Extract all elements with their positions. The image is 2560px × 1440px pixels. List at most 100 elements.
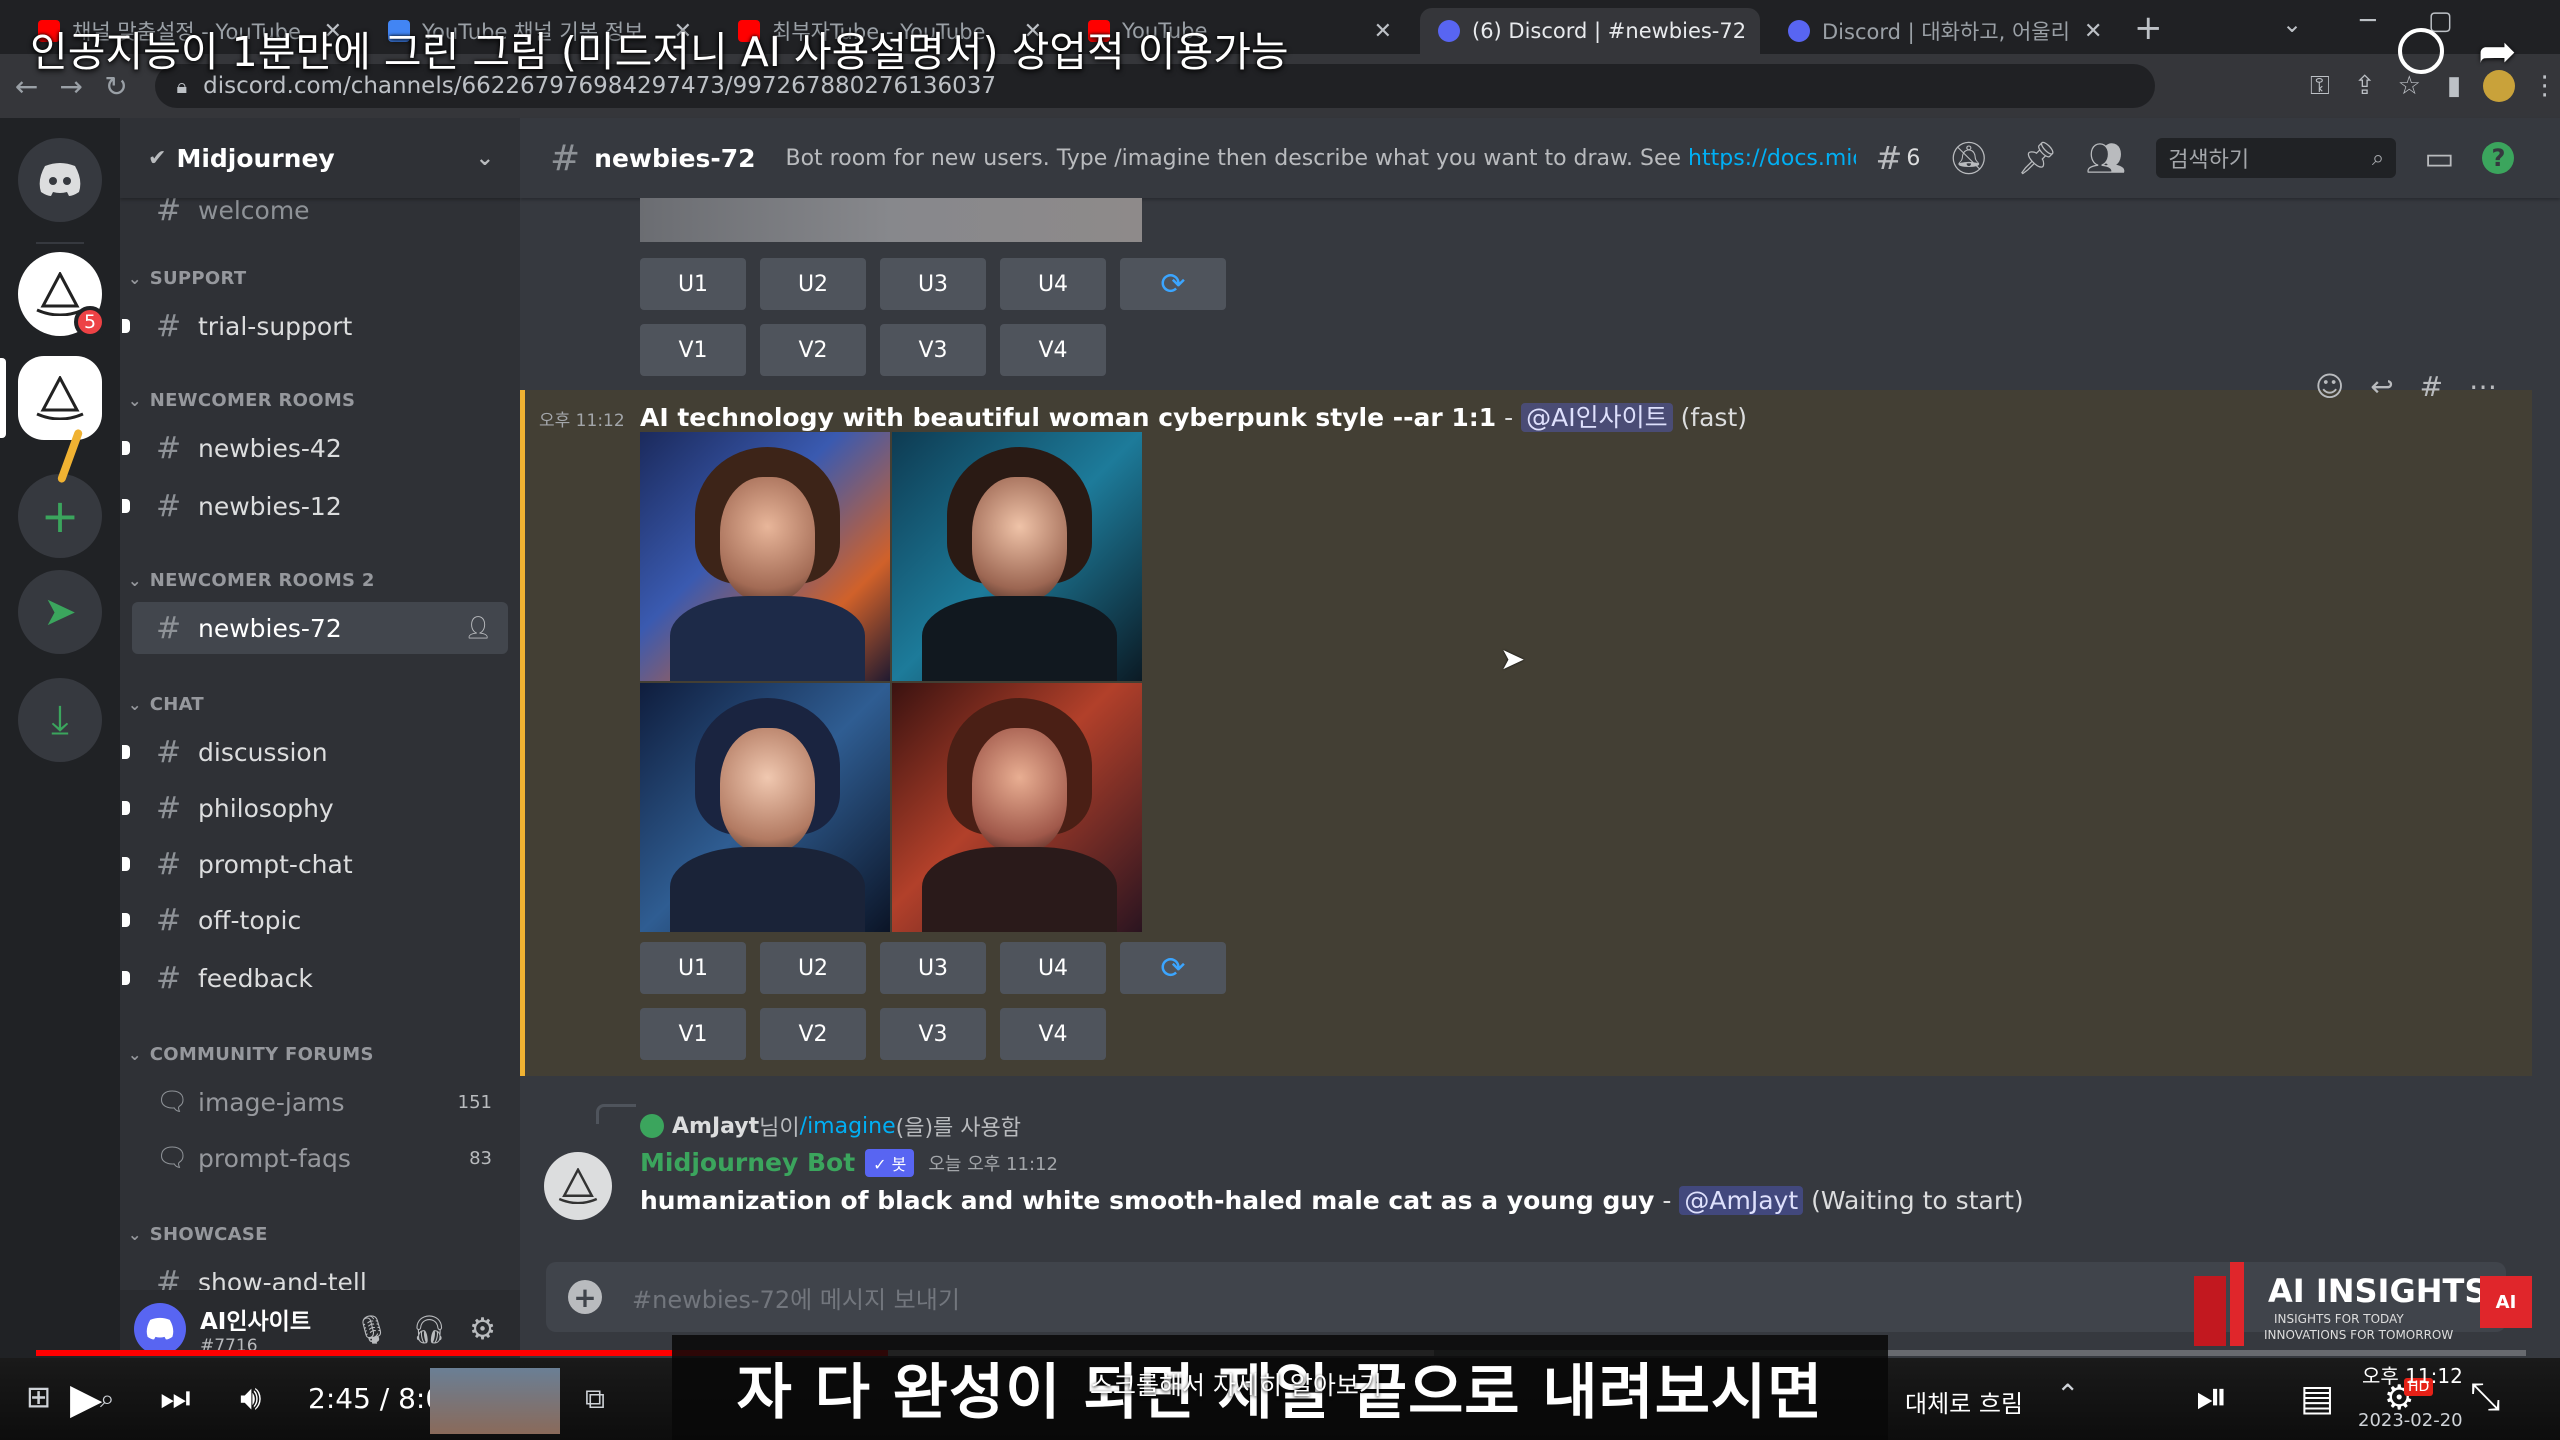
reply-reference[interactable]: AmJayt 님이 /imagine (을)를 사용함	[640, 1110, 1021, 1142]
discord-home-icon[interactable]	[18, 138, 102, 222]
autoplay-toggle-icon[interactable]: ⏯︎	[2196, 1374, 2228, 1420]
close-icon[interactable]: ✕	[2070, 19, 2102, 44]
variation-2-button[interactable]: V2	[760, 1008, 866, 1060]
channel-feedback[interactable]: # feedback	[122, 952, 508, 1004]
video-title[interactable]: 인공지능이 1분만에 그린 그림 (미드저니 AI 사용설명서) 상업적 이용가…	[30, 18, 1289, 78]
channel-prompt-chat[interactable]: # prompt-chat	[122, 838, 508, 890]
category-community-forums[interactable]: ⌄ COMMUNITY FORUMS	[128, 1044, 374, 1065]
channel-newbies-12[interactable]: # newbies-12	[122, 480, 508, 532]
tab-search-icon[interactable]: ⌄	[2282, 10, 2302, 38]
category-showcase[interactable]: ⌄ SHOWCASE	[128, 1224, 268, 1245]
channel-watermark[interactable]: AI INSIGHTS INSIGHTS FOR TODAY INNOVATIO…	[2190, 1262, 2536, 1352]
fullscreen-exit-icon[interactable]: ⤡	[2470, 1374, 2500, 1419]
headphones-icon[interactable]: 🎧︎	[412, 1313, 448, 1346]
download-icon[interactable]: ⤓	[18, 678, 102, 762]
minimize-icon[interactable]: ─	[2360, 6, 2376, 36]
attach-plus-icon[interactable]: +	[568, 1280, 602, 1314]
task-view-icon[interactable]: ⧉	[585, 1382, 605, 1416]
variation-1-button[interactable]: V1	[640, 324, 746, 376]
channel-newbies-42[interactable]: # newbies-42	[122, 422, 508, 474]
generated-image-2[interactable]	[892, 432, 1142, 681]
channel-off-topic[interactable]: # off-topic	[122, 894, 508, 946]
channel-newbies-72[interactable]: # newbies-72 👤︎	[132, 602, 508, 654]
tray-chevron-icon[interactable]: ⌃	[2056, 1378, 2079, 1411]
chevron-down-icon[interactable]: ⌄	[476, 146, 494, 171]
user-mention[interactable]: @AmJayt	[1679, 1186, 1804, 1215]
upscale-1-button[interactable]: U1	[640, 942, 746, 994]
browser-tab-6[interactable]: Discord | 대화하고, 어울리 ✕	[1770, 8, 2110, 54]
highlighted-message[interactable]: 오후 11:12 AI technology with beautiful wo…	[520, 370, 2532, 1076]
upscale-2-button[interactable]: U2	[760, 942, 866, 994]
topic-link[interactable]: https://docs.midjourney...	[1688, 146, 1855, 171]
variation-2-button[interactable]: V2	[760, 324, 866, 376]
variation-1-button[interactable]: V1	[640, 1008, 746, 1060]
member-list-icon[interactable]: 👥︎	[2086, 139, 2127, 177]
server-midjourney-alt[interactable]: 5	[18, 252, 106, 338]
explore-compass-icon[interactable]: ➤	[18, 570, 102, 654]
help-icon[interactable]: ?	[2482, 142, 2515, 174]
kebab-menu-icon[interactable]: ⋮	[2529, 66, 2560, 106]
add-server-icon[interactable]: +	[18, 474, 102, 558]
generated-image-grid[interactable]	[640, 432, 1142, 932]
invite-user-icon[interactable]: 👤︎	[464, 616, 492, 641]
user-mention[interactable]: @AI인사이트	[1521, 403, 1673, 432]
previous-image-grid[interactable]	[640, 198, 1142, 242]
browser-tab-5[interactable]: (6) Discord | #newbies-72 ✕	[1420, 8, 1760, 54]
upscale-4-button[interactable]: U4	[1000, 942, 1106, 994]
upscale-1-button[interactable]: U1	[640, 258, 746, 310]
variation-4-button[interactable]: V4	[1000, 324, 1106, 376]
new-tab-icon[interactable]: +	[2134, 8, 2163, 48]
reply-icon[interactable]: ↩	[2370, 370, 2393, 403]
reroll-refresh-icon[interactable]: ⟳	[1120, 258, 1226, 310]
bot-avatar[interactable]	[544, 1152, 612, 1220]
gear-icon[interactable]: ⚙	[469, 1312, 496, 1347]
server-header[interactable]: ✔ Midjourney ⌄	[120, 118, 520, 198]
category-newcomer-rooms[interactable]: ⌄ NEWCOMER ROOMS	[128, 390, 355, 411]
variation-4-button[interactable]: V4	[1000, 1008, 1106, 1060]
windows-start-icon[interactable]: ⊞	[26, 1380, 51, 1415]
upscale-2-button[interactable]: U2	[760, 258, 866, 310]
search-input[interactable]: 검색하기 ⌕	[2156, 138, 2397, 178]
notification-bell-muted-icon[interactable]: 🔕︎	[1948, 139, 1989, 177]
upscale-4-button[interactable]: U4	[1000, 258, 1106, 310]
taskbar-thumbnail[interactable]	[430, 1368, 560, 1434]
pin-icon[interactable]: 📌︎	[2017, 139, 2058, 177]
key-icon[interactable]: ⚿	[2305, 66, 2336, 106]
scroll-hint-tooltip[interactable]: 스크롤해서 자세히 알아보기	[1090, 1366, 1382, 1402]
variation-3-button[interactable]: V3	[880, 324, 986, 376]
user-info[interactable]: AI인사이트 #7716	[200, 1302, 311, 1356]
sidepanel-icon[interactable]: ▮	[2439, 66, 2470, 106]
taskbar-search-icon[interactable]: ⌕	[100, 1384, 115, 1415]
inbox-icon[interactable]: ▭	[2424, 139, 2454, 177]
close-icon[interactable]: ✕	[1746, 19, 1760, 44]
channel-discussion[interactable]: # discussion	[122, 726, 508, 778]
category-newcomer-rooms-2[interactable]: ⌄ NEWCOMER ROOMS 2	[128, 570, 375, 591]
variation-3-button[interactable]: V3	[880, 1008, 986, 1060]
channel-prompt-faqs[interactable]: 🗨︎ prompt-faqs 83	[132, 1132, 508, 1184]
server-midjourney[interactable]	[18, 356, 102, 440]
category-chat[interactable]: ⌄ CHAT	[128, 694, 204, 715]
watch-later-icon[interactable]	[2398, 28, 2444, 74]
generated-image-4[interactable]	[892, 683, 1142, 932]
volume-icon[interactable]: 🔊︎	[240, 1378, 261, 1418]
slash-command[interactable]: /imagine	[800, 1114, 896, 1139]
subtitles-icon[interactable]: ▤	[2300, 1378, 2334, 1419]
add-reaction-icon[interactable]: ☺	[2315, 370, 2344, 403]
mute-mic-icon[interactable]: 🎙︎	[354, 1313, 390, 1346]
next-icon[interactable]: ⏭︎	[160, 1378, 191, 1418]
reroll-refresh-icon[interactable]: ⟳	[1120, 942, 1226, 994]
channel-trial-support[interactable]: # trial-support	[122, 300, 508, 352]
share-arrow-icon[interactable]: ➦	[2478, 24, 2517, 78]
create-thread-icon[interactable]: #	[2420, 370, 2443, 403]
bot-username[interactable]: Midjourney Bot	[640, 1148, 855, 1177]
upscale-3-button[interactable]: U3	[880, 258, 986, 310]
more-icon[interactable]: ⋯	[2469, 370, 2497, 403]
channel-topic[interactable]: Bot room for new users. Type /imagine th…	[786, 146, 1856, 171]
channel-image-jams[interactable]: 🗨︎ image-jams 151	[132, 1076, 508, 1128]
generated-image-3[interactable]	[640, 683, 890, 932]
user-avatar[interactable]	[134, 1303, 186, 1355]
generated-image-1[interactable]	[640, 432, 890, 681]
channel-philosophy[interactable]: # philosophy	[122, 782, 508, 834]
category-support[interactable]: ⌄ SUPPORT	[128, 268, 246, 289]
threads-icon[interactable]: #	[1876, 139, 1903, 177]
